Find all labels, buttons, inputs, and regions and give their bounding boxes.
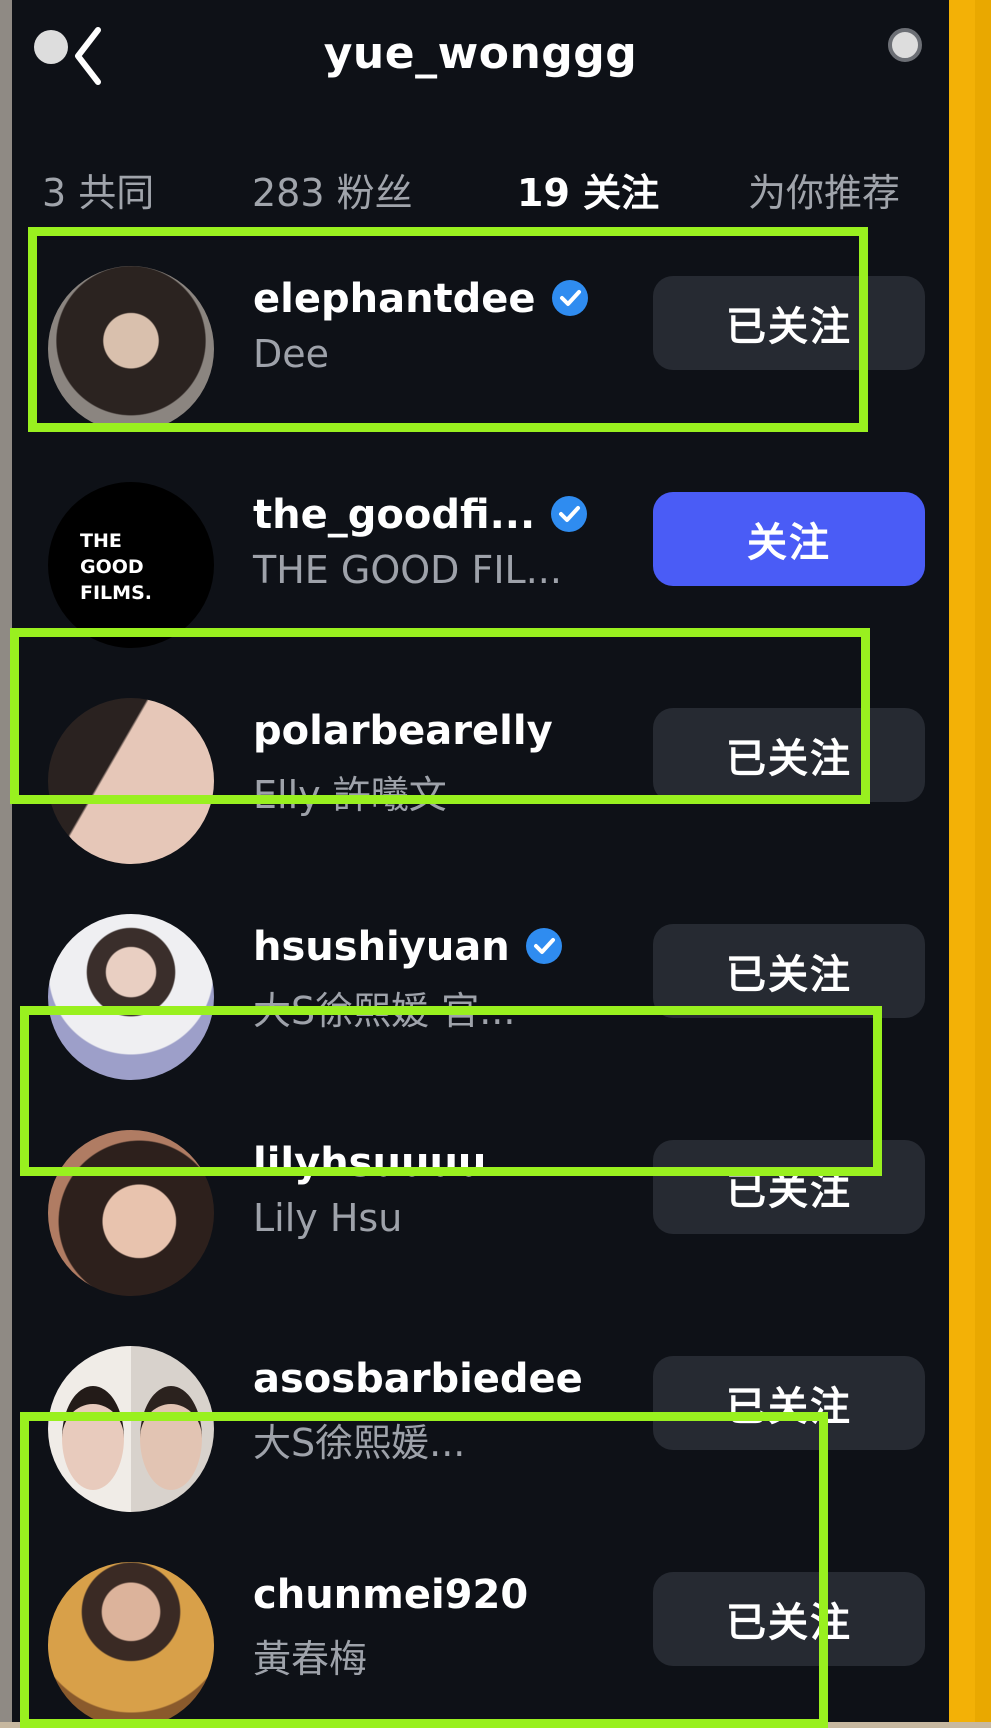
- tab-suggested[interactable]: 为你推荐: [748, 162, 900, 217]
- follow-button[interactable]: 关注: [653, 492, 925, 586]
- avatar[interactable]: THE GOOD FILMS.: [48, 482, 214, 648]
- list-item[interactable]: THE GOOD FILMS. the_goodfi... THE GOOD F…: [12, 452, 949, 648]
- tab-followers[interactable]: 283 粉丝: [252, 162, 413, 217]
- verified-badge-icon: [525, 928, 562, 964]
- left-edge: [0, 0, 12, 1722]
- tab-following[interactable]: 19 关注: [517, 162, 659, 217]
- display-name: Lily Hsu: [253, 1196, 403, 1240]
- highlight-box: [28, 227, 868, 432]
- tab-mutual[interactable]: 3 共同: [42, 162, 154, 217]
- highlight-box: [10, 628, 870, 804]
- username[interactable]: hsushiyuan: [253, 924, 564, 970]
- username[interactable]: the_goodfi...: [253, 492, 589, 538]
- right-edge-inner: [975, 0, 991, 1722]
- username-text: the_goodfi...: [253, 492, 536, 538]
- avatar-text: THE GOOD FILMS.: [80, 530, 152, 604]
- verified-badge-icon: [551, 496, 588, 532]
- username-text: hsushiyuan: [253, 924, 510, 970]
- page-title: yue_wonggg: [323, 28, 638, 79]
- tab-bar: 3 共同 283 粉丝 19 关注 为你推荐: [12, 162, 949, 222]
- highlight-box: [20, 1412, 828, 1728]
- username[interactable]: asosbarbiedee: [253, 1356, 583, 1402]
- display-name: THE GOOD FIL...: [253, 548, 562, 592]
- menu-dot-icon[interactable]: [888, 28, 922, 62]
- following-button[interactable]: 已关注: [653, 924, 925, 1018]
- highlight-box: [20, 1006, 882, 1176]
